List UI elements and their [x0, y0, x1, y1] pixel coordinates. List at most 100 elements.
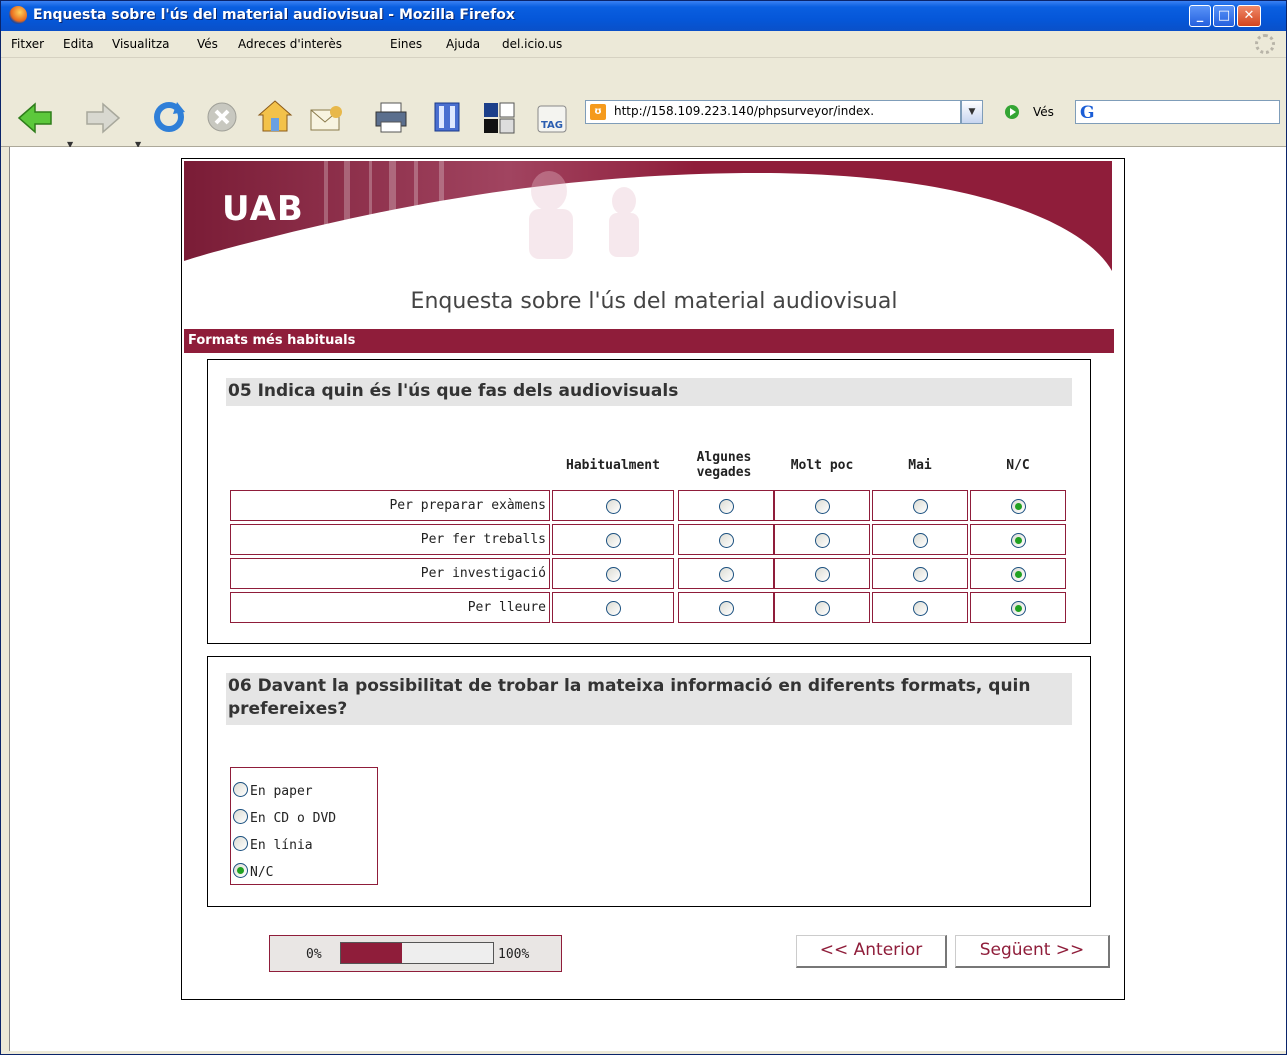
- answer-cell[interactable]: [872, 490, 968, 521]
- menu-visualitza[interactable]: Visualitza: [112, 37, 170, 51]
- menu-delicious[interactable]: del.icio.us: [502, 37, 562, 51]
- radio-button[interactable]: [719, 566, 734, 582]
- menu-eines[interactable]: Eines: [390, 37, 422, 51]
- minimize-button[interactable]: _: [1189, 5, 1211, 27]
- radio-button[interactable]: [1011, 498, 1026, 514]
- header-banner: UAB: [184, 161, 1112, 271]
- progress-max-label: 100%: [498, 947, 530, 962]
- go-icon[interactable]: [1005, 105, 1019, 119]
- progress-indicator: 0% 100%: [269, 935, 562, 972]
- back-arrow-icon[interactable]: [17, 102, 53, 134]
- tag-icon[interactable]: TAG: [535, 102, 571, 134]
- answer-cell[interactable]: [970, 490, 1066, 521]
- radio-button[interactable]: [606, 532, 621, 548]
- answer-cell[interactable]: [872, 592, 968, 623]
- stop-icon[interactable]: [204, 100, 240, 134]
- answer-cell[interactable]: [552, 490, 674, 521]
- answer-cell[interactable]: [774, 490, 870, 521]
- answer-cell[interactable]: [678, 490, 774, 521]
- answer-cell[interactable]: [678, 524, 774, 555]
- radio-button[interactable]: [606, 498, 621, 514]
- column-header: Habitualment: [566, 458, 660, 473]
- menu-adreces[interactable]: Adreces d'interès: [238, 37, 342, 51]
- column-header: Molt poc: [790, 458, 854, 473]
- menu-fitxer[interactable]: Fitxer: [11, 37, 44, 51]
- page-layout-icon[interactable]: [481, 100, 517, 134]
- radio-button[interactable]: [1011, 600, 1026, 616]
- question-06: 06 Davant la possibilitat de trobar la m…: [207, 656, 1091, 907]
- row-label: Per investigació: [230, 558, 550, 589]
- answer-cell[interactable]: [552, 592, 674, 623]
- previous-button[interactable]: << Anterior: [796, 935, 947, 968]
- address-bar[interactable]: ʊ http://158.109.223.140/phpsurveyor/ind…: [585, 100, 961, 124]
- group-title-bar: Formats més habituals: [184, 329, 1114, 353]
- answer-cell[interactable]: [552, 558, 674, 589]
- svg-text:TAG: TAG: [541, 120, 563, 131]
- menu-ves[interactable]: Vés: [197, 37, 218, 51]
- radio-button[interactable]: [233, 863, 248, 878]
- group-title: Formats més habituals: [188, 333, 356, 348]
- survey-page: UAB Enquesta sobre l'ús del material aud…: [181, 158, 1125, 1000]
- radio-button[interactable]: [233, 836, 248, 851]
- radio-button[interactable]: [815, 498, 830, 514]
- radio-button[interactable]: [606, 600, 621, 616]
- answer-cell[interactable]: [872, 524, 968, 555]
- radio-button[interactable]: [606, 566, 621, 582]
- address-input[interactable]: http://158.109.223.140/phpsurveyor/index…: [614, 104, 956, 118]
- radio-button[interactable]: [913, 566, 928, 582]
- close-button[interactable]: ✕: [1237, 5, 1261, 27]
- radio-button[interactable]: [719, 498, 734, 514]
- answer-cell[interactable]: [678, 558, 774, 589]
- browser-window: Enquesta sobre l'ús del material audiovi…: [0, 0, 1287, 1055]
- google-search-icon[interactable]: G: [1080, 103, 1095, 123]
- go-button[interactable]: Vés: [1033, 105, 1054, 119]
- progress-bar: [340, 942, 494, 964]
- menu-edita[interactable]: Edita: [63, 37, 94, 51]
- radio-button[interactable]: [1011, 532, 1026, 548]
- radio-button[interactable]: [1011, 566, 1026, 582]
- radio-button[interactable]: [233, 782, 248, 797]
- reload-icon[interactable]: [151, 100, 187, 134]
- next-button[interactable]: Següent >>: [955, 935, 1110, 968]
- radio-button[interactable]: [913, 600, 928, 616]
- answer-cell[interactable]: [774, 558, 870, 589]
- radio-button[interactable]: [815, 532, 830, 548]
- bookmarks-icon[interactable]: [429, 100, 465, 134]
- column-header: Mai: [908, 458, 932, 473]
- firefox-icon: [9, 6, 27, 24]
- radio-button[interactable]: [913, 498, 928, 514]
- radio-button[interactable]: [233, 809, 248, 824]
- progress-bar-fill: [341, 943, 402, 963]
- title-bar: Enquesta sobre l'ús del material audiovi…: [1, 1, 1286, 31]
- question-05: 05 Indica quin és l'ús que fas dels audi…: [207, 359, 1091, 644]
- column-header: Algunes vegades: [696, 450, 752, 480]
- home-icon[interactable]: [257, 98, 293, 134]
- row-label: Per fer treballs: [230, 524, 550, 555]
- answer-cell[interactable]: [774, 524, 870, 555]
- answer-cell[interactable]: [774, 592, 870, 623]
- mail-icon[interactable]: [309, 100, 349, 134]
- radio-button[interactable]: [815, 566, 830, 582]
- forward-arrow-icon[interactable]: [85, 102, 121, 134]
- radio-button[interactable]: [719, 600, 734, 616]
- search-box[interactable]: G: [1075, 100, 1280, 124]
- answer-cell[interactable]: [872, 558, 968, 589]
- menu-ajuda[interactable]: Ajuda: [446, 37, 480, 51]
- answer-cell[interactable]: [970, 524, 1066, 555]
- row-label: Per preparar exàmens: [230, 490, 550, 521]
- menu-bar: Fitxer Edita Visualitza Vés Adreces d'in…: [1, 31, 1286, 58]
- radio-button[interactable]: [913, 532, 928, 548]
- radio-button[interactable]: [719, 532, 734, 548]
- banner-image: [184, 161, 1112, 271]
- answer-cell[interactable]: [678, 592, 774, 623]
- site-favicon-icon: ʊ: [590, 104, 606, 120]
- column-header: N/C: [1006, 458, 1030, 473]
- address-dropdown-icon[interactable]: ▼: [961, 100, 983, 124]
- answer-cell[interactable]: [970, 558, 1066, 589]
- print-icon[interactable]: [373, 100, 409, 134]
- maximize-button[interactable]: □: [1213, 5, 1235, 27]
- progress-min-label: 0%: [306, 947, 322, 962]
- answer-cell[interactable]: [552, 524, 674, 555]
- answer-cell[interactable]: [970, 592, 1066, 623]
- radio-button[interactable]: [815, 600, 830, 616]
